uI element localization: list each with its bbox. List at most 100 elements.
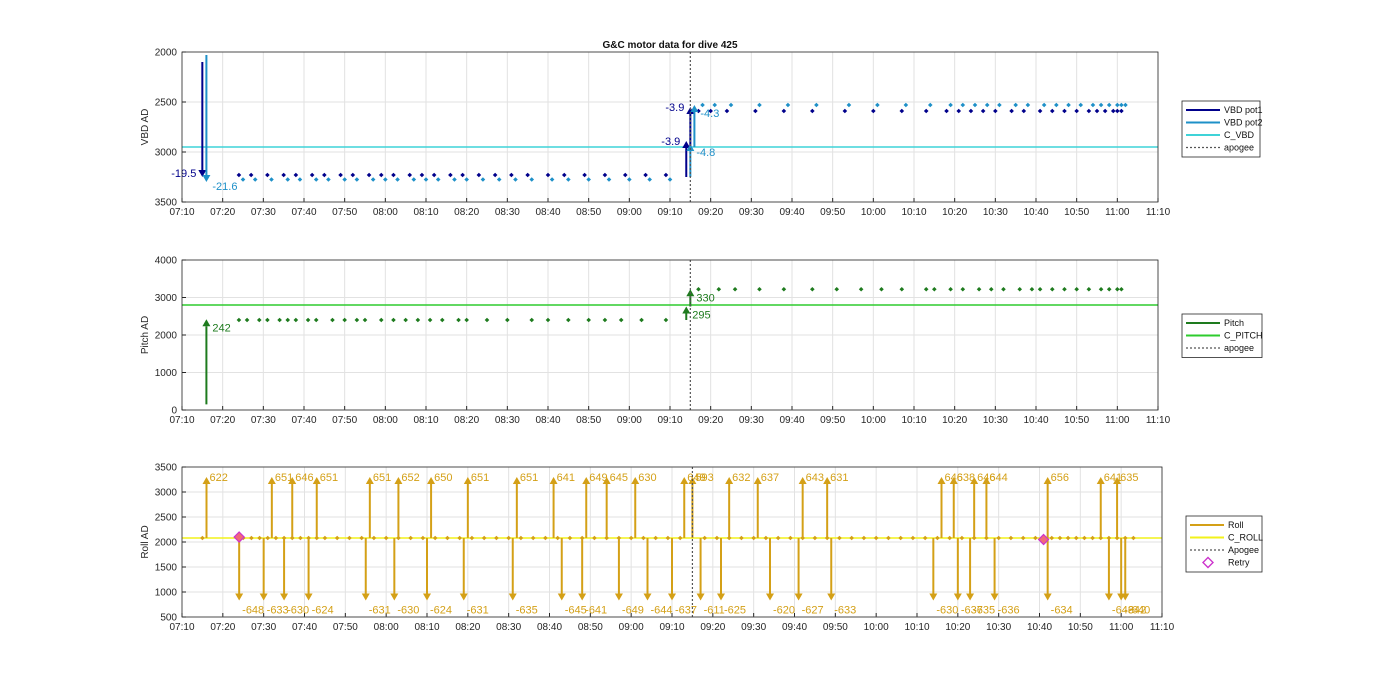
gc-motor-figure: G&C motor data for dive 425 07:10 07:20 07…: [140, 40, 1263, 634]
x-tick-label: 11:00: [1105, 207, 1130, 218]
roll-out-label: 652: [401, 472, 419, 484]
roll-out-label: 651: [471, 472, 489, 484]
move-label: -3.9: [661, 136, 680, 148]
y-tick-label: 3000: [155, 488, 178, 499]
roll-back-label: -649: [622, 605, 644, 617]
x-tick-label: 08:20: [454, 415, 479, 426]
roll-out-label: 593: [695, 472, 713, 484]
roll-back-label: -635: [516, 605, 538, 617]
x-tick-label: 08:00: [373, 415, 398, 426]
roll-back-label: -633: [834, 605, 856, 617]
roll-panel: 07:10 07:20 07:30 07:40 07:50 08:00 08:10 08:20…: [140, 463, 1263, 634]
legend-label: Roll: [1228, 520, 1244, 530]
x-tick-label: 09:10: [657, 207, 682, 218]
roll-out-label: 622: [210, 472, 228, 484]
roll-back-label: -627: [802, 605, 824, 617]
x-tick-label: 09:00: [619, 622, 644, 633]
move-label: -21.6: [212, 181, 237, 193]
legend-label: C_PITCH: [1224, 331, 1263, 341]
y-tick-label: 4000: [155, 256, 178, 267]
x-tick-label: 08:40: [535, 207, 560, 218]
legend-label: Retry: [1228, 558, 1250, 568]
x-tick-label: 08:40: [535, 415, 560, 426]
x-tick-label: 10:50: [1064, 415, 1089, 426]
move-label: 242: [212, 322, 230, 334]
legend-label: VBD pot1: [1224, 105, 1263, 115]
roll-back-label: -635: [973, 605, 995, 617]
roll-out-label: 651: [320, 472, 338, 484]
x-tick-label: 09:20: [698, 207, 723, 218]
x-tick-label: 09:40: [779, 207, 804, 218]
x-tick-label: 09:00: [617, 207, 642, 218]
x-tick-label: 08:40: [537, 622, 562, 633]
roll-out-label: 651: [373, 472, 391, 484]
x-tick-label: 08:10: [414, 622, 439, 633]
x-tick-label: 10:50: [1068, 622, 1093, 633]
x-tick-label: 10:10: [901, 415, 926, 426]
x-tick-label: 09:30: [739, 415, 764, 426]
x-tick-label: 07:30: [251, 415, 276, 426]
roll-back-label: -624: [312, 605, 334, 617]
x-tick-label: 10:40: [1023, 415, 1048, 426]
x-tick-label: 10:50: [1064, 207, 1089, 218]
x-tick-label: 07:10: [169, 207, 194, 218]
x-tick-label: 09:20: [700, 622, 725, 633]
y-axis-label: VBD AD: [140, 109, 151, 146]
x-tick-label: 08:10: [413, 207, 438, 218]
x-tick-label: 10:30: [983, 207, 1008, 218]
x-tick-label: 07:40: [292, 622, 317, 633]
y-tick-label: 1500: [155, 563, 178, 574]
move-label: 330: [696, 292, 714, 304]
x-tick-label: 07:50: [332, 415, 357, 426]
x-tick-label: 10:20: [942, 207, 967, 218]
x-tick-label: 10:20: [942, 415, 967, 426]
x-tick-label: 09:40: [779, 415, 804, 426]
x-tick-label: 09:50: [823, 622, 848, 633]
legend-label: apogee: [1224, 143, 1254, 153]
x-tick-label: 08:50: [576, 207, 601, 218]
y-tick-label: 1000: [155, 588, 178, 599]
x-tick-label: 07:20: [210, 207, 235, 218]
roll-back-label: -611: [704, 605, 725, 617]
x-tick-label: 07:10: [169, 415, 194, 426]
y-tick-label: 2500: [155, 98, 178, 109]
y-tick-label: 2000: [155, 331, 178, 342]
roll-back-label: -641: [585, 605, 607, 617]
x-tick-label: 08:30: [495, 415, 520, 426]
y-tick-label: 500: [160, 613, 177, 624]
x-tick-label: 10:00: [861, 415, 886, 426]
y-tick-label: 1000: [155, 368, 178, 379]
roll-back-label: -624: [430, 605, 452, 617]
x-tick-label: 09:50: [820, 415, 845, 426]
y-axis-label: Pitch AD: [140, 316, 151, 354]
move-label: -4.3: [700, 108, 719, 120]
figure-title: G&C motor data for dive 425: [602, 40, 737, 51]
y-tick-label: 0: [171, 406, 177, 417]
x-tick-label: 09:00: [617, 415, 642, 426]
x-tick-label: 10:00: [864, 622, 889, 633]
y-tick-label: 3500: [155, 198, 178, 209]
x-tick-label: 07:40: [291, 207, 316, 218]
legend-label: C_ROLL: [1228, 533, 1263, 543]
x-tick-label: 09:20: [698, 415, 723, 426]
vbd-panel: 07:10 07:20 07:30 07:40 07:50 08:00 08:10 08:20…: [140, 48, 1263, 219]
y-tick-label: 2000: [155, 48, 178, 59]
roll-out-label: 635: [1120, 472, 1138, 484]
x-tick-label: 08:30: [496, 622, 521, 633]
x-tick-label: 07:20: [210, 622, 235, 633]
x-tick-label: 10:40: [1023, 207, 1048, 218]
roll-out-label: 637: [761, 472, 779, 484]
y-axis-label: Roll AD: [140, 525, 151, 558]
pitch-panel: 07:10 07:20 07:30 07:40 07:50 08:00 08:10 08:20…: [140, 256, 1263, 427]
roll-back-label: -625: [724, 605, 746, 617]
roll-back-label: -636: [998, 605, 1020, 617]
roll-back-label: -634: [1051, 605, 1073, 617]
roll-out-label: 630: [638, 472, 656, 484]
roll-out-label: 643: [806, 472, 824, 484]
y-tick-label: 2000: [155, 538, 178, 549]
x-tick-label: 07:20: [210, 415, 235, 426]
x-tick-label: 11:10: [1146, 207, 1171, 218]
x-tick-label: 11:00: [1105, 415, 1130, 426]
legend-label: C_VBD: [1224, 130, 1255, 140]
x-tick-label: 08:50: [578, 622, 603, 633]
